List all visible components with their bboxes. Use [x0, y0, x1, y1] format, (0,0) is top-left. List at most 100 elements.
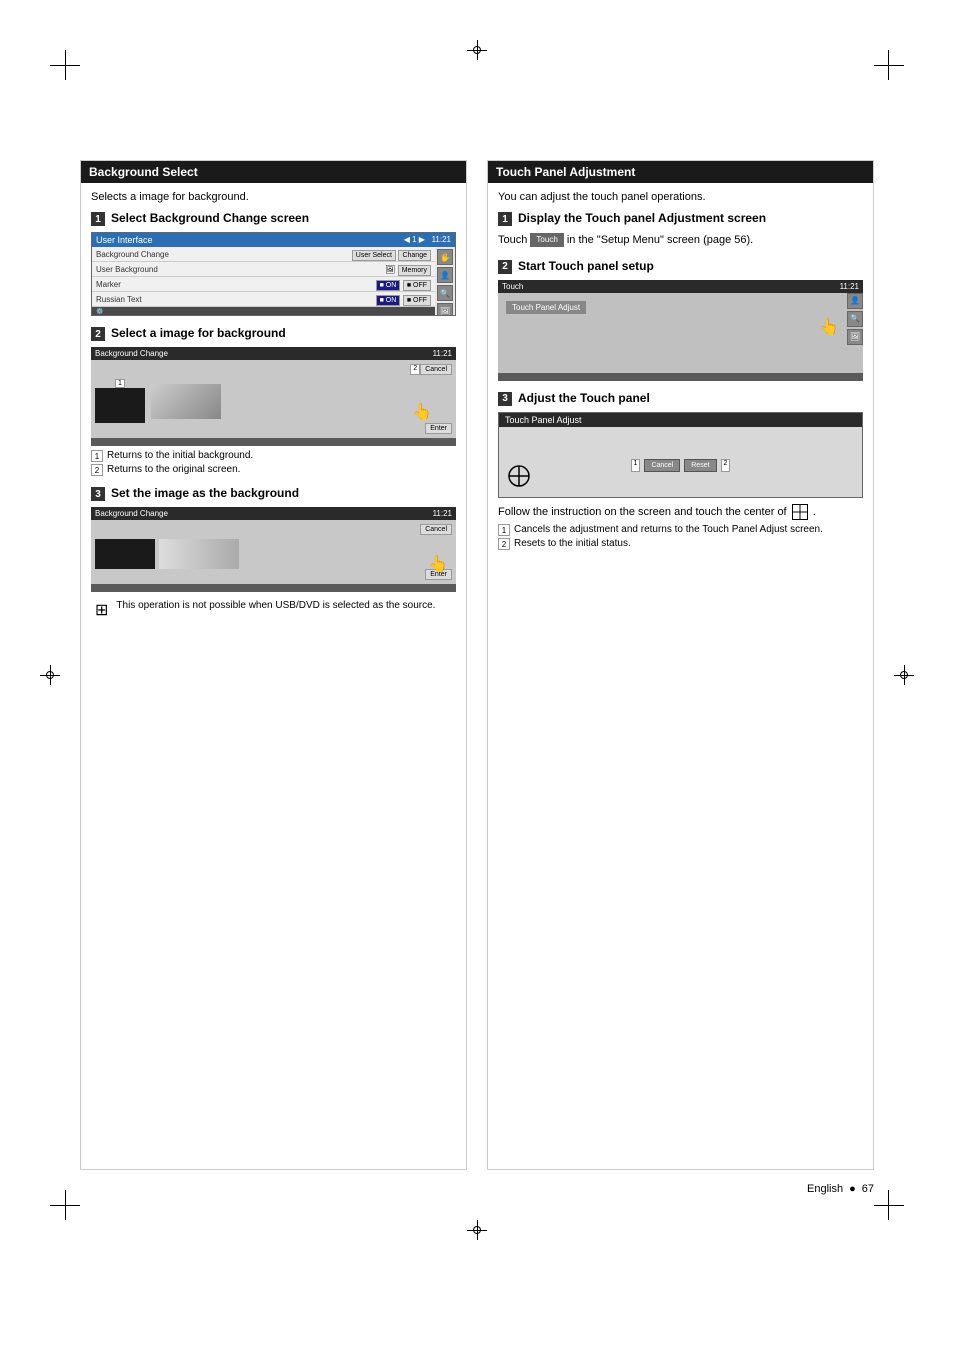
- enter-btn-1[interactable]: Enter: [425, 423, 452, 434]
- bg-note-2-text: Returns to the original screen.: [107, 464, 240, 476]
- bg-change-screen-2: Background Change 11:21 Cancel 👆 Enter: [91, 507, 456, 592]
- bg-cancel-row: 2 Cancel: [95, 364, 452, 375]
- ui-icon-4[interactable]: 🖼: [437, 303, 453, 316]
- touch-icon-3[interactable]: 🖼: [847, 329, 863, 345]
- ui-icon-2[interactable]: 👤: [437, 267, 453, 283]
- reg-mark-bottom-right: [874, 1190, 904, 1220]
- touch-label: Touch: [530, 233, 563, 247]
- side-mark-left: [40, 665, 60, 685]
- note-section-text: This operation is not possible when USB/…: [116, 600, 435, 611]
- ui-icon-1[interactable]: 🖐: [437, 249, 453, 265]
- crosshair-symbol: [792, 504, 808, 520]
- right-note-1: 1 Cancels the adjustment and returns to …: [498, 524, 863, 536]
- touch-screen-title: Touch: [502, 282, 523, 291]
- ui-screen-title-text: User Interface: [96, 235, 153, 245]
- hand-cursor-3: 👆: [819, 317, 839, 337]
- right-panel-header: Touch Panel Adjustment: [488, 161, 873, 183]
- bg-change-time-1: 11:21: [433, 349, 452, 358]
- bg-thumb-light: [151, 384, 221, 419]
- note-gear-icon: ⊞: [95, 600, 108, 620]
- cancel-tpa-btn[interactable]: Cancel: [644, 459, 680, 472]
- step-3-title: Set the image as the background: [111, 486, 299, 500]
- bg-note-2: 2 Returns to the original screen.: [91, 464, 456, 476]
- step-1-num: 1: [91, 212, 105, 226]
- right-note-2-num: 2: [498, 538, 510, 550]
- bg-change-time-2: 11:21: [433, 509, 452, 518]
- ui-screen-mockup: User Interface ◀ 1 ▶ 11:21 Background Ch…: [91, 232, 456, 316]
- bg-note-1-text: Returns to the initial background.: [107, 450, 253, 462]
- right-step-3-num: 3: [498, 392, 512, 406]
- ui-screen-icons: 🖐 👤 🔍 🖼: [437, 249, 453, 316]
- enter-row-1: Enter: [95, 423, 452, 434]
- touch-panel-adjust-label: Touch Panel Adjust: [506, 301, 586, 314]
- tpa-title-bar: Touch Panel Adjust: [499, 413, 862, 427]
- ui-row-marker-controls: ■ ON ■ OFF: [376, 279, 431, 289]
- follow-text: Follow the instruction on the screen and…: [498, 506, 787, 518]
- touch-screen-side-icons: 👤 🔍 🖼: [847, 293, 863, 345]
- bg-change-title-1: Background Change: [95, 349, 168, 358]
- ui-row-bg-controls: User Select Change: [352, 249, 431, 259]
- cancel-btn-1[interactable]: Cancel: [420, 364, 452, 375]
- change-btn[interactable]: Change: [398, 250, 431, 261]
- step-3-header: 3 Set the image as the background: [91, 486, 456, 501]
- russian-on-btn[interactable]: ■ ON: [376, 295, 401, 306]
- crosshair-target: [507, 464, 531, 491]
- num-badge-2: 2: [410, 364, 420, 375]
- follow-text-period: .: [813, 506, 816, 518]
- step-1-title: Select Background Change screen: [111, 211, 309, 225]
- tpa-buttons-row: 1 Cancel Reset 2: [631, 459, 731, 472]
- marker-on-btn[interactable]: ■ ON: [376, 280, 401, 291]
- bg-change-body-1: 2 Cancel 1 👆 Enter: [91, 360, 456, 438]
- bg-thumbnails-row: 1: [95, 379, 452, 423]
- right-step-2-title: Start Touch panel setup: [518, 259, 654, 273]
- memory-btn[interactable]: Memory: [398, 265, 431, 276]
- tpa-btn-num-1: 1: [631, 459, 641, 472]
- touch-screen-header: Touch 11:21: [498, 280, 863, 293]
- step-2-title: Select a image for background: [111, 326, 286, 340]
- bg-thumb-dark-2: [95, 539, 155, 569]
- touch-screen-body: Touch Panel Adjust 👆 👤 🔍 🖼: [498, 293, 863, 373]
- right-panel-body: You can adjust the touch panel operation…: [488, 183, 873, 560]
- ui-row-bg-change: Background Change User Select Change: [92, 247, 435, 262]
- follow-instruction: Follow the instruction on the screen and…: [498, 504, 863, 521]
- touch-screen-time: 11:21: [840, 282, 859, 291]
- left-panel-header: Background Select: [81, 161, 466, 183]
- ui-icon-3[interactable]: 🔍: [437, 285, 453, 301]
- bg-thumb-gradient-2: [159, 539, 239, 569]
- bg-cancel-row-2: Cancel: [95, 524, 452, 535]
- bg-thumb-1-container: 1: [95, 379, 145, 423]
- bg-change-header-2: Background Change 11:21: [91, 507, 456, 520]
- marker-off-btn[interactable]: ■ OFF: [403, 280, 431, 291]
- ui-row-bg-label: Background Change: [96, 250, 169, 259]
- page-footer: English ● 67: [807, 1183, 874, 1195]
- user-select-btn[interactable]: User Select: [352, 250, 396, 261]
- bg-change-header-1: Background Change 11:21: [91, 347, 456, 360]
- reset-tpa-btn[interactable]: Reset: [684, 459, 716, 472]
- right-step-1-title: Display the Touch panel Adjustment scree…: [518, 211, 766, 225]
- page-number: 67: [862, 1183, 874, 1195]
- left-panel-body: Selects a image for background. 1 Select…: [81, 183, 466, 628]
- right-step-1-header: 1 Display the Touch panel Adjustment scr…: [498, 211, 863, 226]
- bg-note-1-num: 1: [91, 450, 103, 462]
- side-mark-right: [894, 665, 914, 685]
- ui-row-user-bg-controls: 🖼 Memory: [385, 264, 431, 274]
- reg-mark-top-left: [50, 50, 80, 80]
- right-step-2-num: 2: [498, 260, 512, 274]
- touch-icon-2[interactable]: 🔍: [847, 311, 863, 327]
- center-mark-bottom: [467, 1220, 487, 1240]
- ui-row-user-bg-label: User Background: [96, 265, 158, 274]
- ui-row-marker: Marker ■ ON ■ OFF: [92, 277, 435, 292]
- russian-off-btn[interactable]: ■ OFF: [403, 295, 431, 306]
- right-note-1-text: Cancels the adjustment and returns to th…: [514, 524, 823, 536]
- bg-change-screen-1: Background Change 11:21 2 Cancel 1: [91, 347, 456, 446]
- bg-change-title-2: Background Change: [95, 509, 168, 518]
- right-note-2-text: Resets to the initial status.: [514, 538, 631, 550]
- right-notes-list: 1 Cancels the adjustment and returns to …: [498, 524, 863, 550]
- bg-note-2-num: 2: [91, 464, 103, 476]
- bg-notes-list: 1 Returns to the initial background. 2 R…: [91, 450, 456, 476]
- touch-icon-1[interactable]: 👤: [847, 293, 863, 309]
- tpa-btn-num-2: 2: [721, 459, 731, 472]
- bg-change-body-2: Cancel 👆 Enter: [91, 520, 456, 584]
- enter-row-2: Enter: [95, 569, 452, 580]
- cancel-btn-2[interactable]: Cancel: [420, 524, 452, 535]
